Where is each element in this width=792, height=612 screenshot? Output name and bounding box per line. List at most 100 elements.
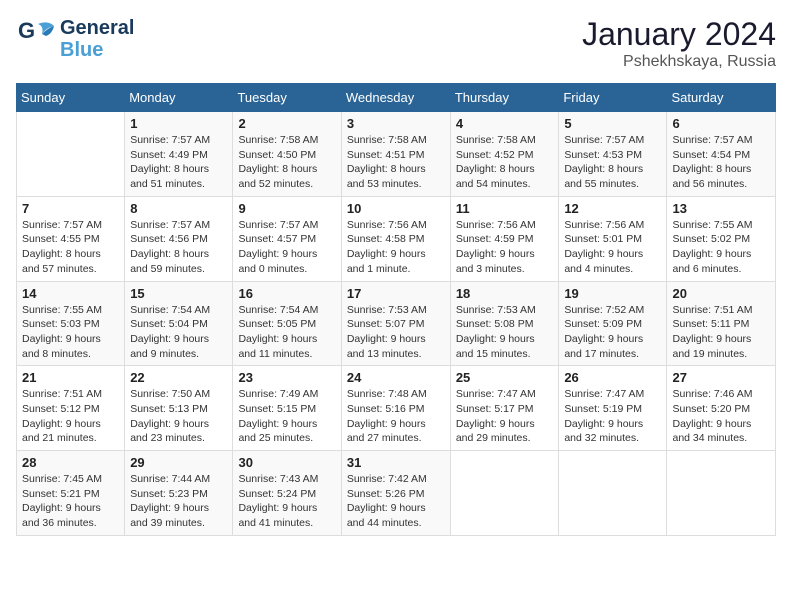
day-info: Sunrise: 7:45 AMSunset: 5:21 PMDaylight:… <box>22 472 119 531</box>
day-cell: 16 Sunrise: 7:54 AMSunset: 5:05 PMDayligh… <box>233 281 341 366</box>
day-info: Sunrise: 7:55 AMSunset: 5:02 PMDaylight:… <box>672 218 770 277</box>
day-info: Sunrise: 7:47 AMSunset: 5:17 PMDaylight:… <box>456 387 554 446</box>
day-cell: 26 Sunrise: 7:47 AMSunset: 5:19 PMDayligh… <box>559 366 667 451</box>
day-info: Sunrise: 7:56 AMSunset: 4:59 PMDaylight:… <box>456 218 554 277</box>
day-info: Sunrise: 7:48 AMSunset: 5:16 PMDaylight:… <box>347 387 445 446</box>
day-info: Sunrise: 7:43 AMSunset: 5:24 PMDaylight:… <box>238 472 335 531</box>
header-row: SundayMondayTuesdayWednesdayThursdayFrid… <box>17 84 776 112</box>
calendar-body: 1 Sunrise: 7:57 AMSunset: 4:49 PMDaylight… <box>17 112 776 536</box>
title-block: January 2024 Pshekhskaya, Russia <box>582 16 776 71</box>
day-number: 20 <box>672 286 770 301</box>
day-cell: 27Sunrise: 7:46 AMSunset: 5:20 PMDayligh… <box>667 366 776 451</box>
logo-line1: General <box>60 17 134 39</box>
calendar-header: SundayMondayTuesdayWednesdayThursdayFrid… <box>17 84 776 112</box>
day-number: 2 <box>238 116 335 131</box>
week-row-4: 21 Sunrise: 7:51 AMSunset: 5:12 PMDayligh… <box>17 366 776 451</box>
day-cell: 28 Sunrise: 7:45 AMSunset: 5:21 PMDayligh… <box>17 451 125 536</box>
day-info: Sunrise: 7:42 AMSunset: 5:26 PMDaylight:… <box>347 472 445 531</box>
day-info: Sunrise: 7:57 AMSunset: 4:53 PMDaylight:… <box>564 133 661 192</box>
day-number: 29 <box>130 455 227 470</box>
day-cell: 25 Sunrise: 7:47 AMSunset: 5:17 PMDayligh… <box>450 366 559 451</box>
day-info: Sunrise: 7:57 AMSunset: 4:57 PMDaylight:… <box>238 218 335 277</box>
day-cell: 4 Sunrise: 7:58 AMSunset: 4:52 PMDaylight… <box>450 112 559 197</box>
day-cell: 6Sunrise: 7:57 AMSunset: 4:54 PMDaylight… <box>667 112 776 197</box>
logo-line2: Blue <box>60 39 103 61</box>
day-info: Sunrise: 7:46 AMSunset: 5:20 PMDaylight:… <box>672 387 770 446</box>
day-info: Sunrise: 7:47 AMSunset: 5:19 PMDaylight:… <box>564 387 661 446</box>
day-info: Sunrise: 7:53 AMSunset: 5:08 PMDaylight:… <box>456 303 554 362</box>
day-number: 6 <box>672 116 770 131</box>
day-number: 28 <box>22 455 119 470</box>
day-cell: 31Sunrise: 7:42 AMSunset: 5:26 PMDayligh… <box>341 451 450 536</box>
day-cell: 23Sunrise: 7:49 AMSunset: 5:15 PMDayligh… <box>233 366 341 451</box>
logo: G General Blue <box>16 16 134 61</box>
day-cell: 3 Sunrise: 7:58 AMSunset: 4:51 PMDaylight… <box>341 112 450 197</box>
day-number: 11 <box>456 201 554 216</box>
day-cell <box>450 451 559 536</box>
svg-text:G: G <box>18 18 35 43</box>
day-number: 23 <box>238 370 335 385</box>
day-cell: 5 Sunrise: 7:57 AMSunset: 4:53 PMDaylight… <box>559 112 667 197</box>
day-cell: 19 Sunrise: 7:52 AMSunset: 5:09 PMDayligh… <box>559 281 667 366</box>
day-number: 24 <box>347 370 445 385</box>
day-cell: 30 Sunrise: 7:43 AMSunset: 5:24 PMDayligh… <box>233 451 341 536</box>
day-info: Sunrise: 7:56 AMSunset: 4:58 PMDaylight:… <box>347 218 445 277</box>
day-cell: 1 Sunrise: 7:57 AMSunset: 4:49 PMDaylight… <box>125 112 233 197</box>
day-info: Sunrise: 7:51 AMSunset: 5:11 PMDaylight:… <box>672 303 770 362</box>
day-cell: 22 Sunrise: 7:50 AMSunset: 5:13 PMDayligh… <box>125 366 233 451</box>
day-number: 1 <box>130 116 227 131</box>
day-number: 5 <box>564 116 661 131</box>
day-number: 13 <box>672 201 770 216</box>
day-number: 3 <box>347 116 445 131</box>
week-row-5: 28 Sunrise: 7:45 AMSunset: 5:21 PMDayligh… <box>17 451 776 536</box>
day-number: 30 <box>238 455 335 470</box>
day-info: Sunrise: 7:57 AMSunset: 4:49 PMDaylight:… <box>130 133 227 192</box>
day-number: 17 <box>347 286 445 301</box>
week-row-3: 14 Sunrise: 7:55 AMSunset: 5:03 PMDayligh… <box>17 281 776 366</box>
day-cell: 24 Sunrise: 7:48 AMSunset: 5:16 PMDayligh… <box>341 366 450 451</box>
day-info: Sunrise: 7:58 AMSunset: 4:50 PMDaylight:… <box>238 133 335 192</box>
day-info: Sunrise: 7:53 AMSunset: 5:07 PMDaylight:… <box>347 303 445 362</box>
header-cell-saturday: Saturday <box>667 84 776 112</box>
page-header: G General Blue January 2024 Pshekhskaya,… <box>16 16 776 71</box>
day-number: 9 <box>238 201 335 216</box>
day-number: 10 <box>347 201 445 216</box>
day-cell: 8Sunrise: 7:57 AMSunset: 4:56 PMDaylight… <box>125 196 233 281</box>
day-number: 26 <box>564 370 661 385</box>
day-info: Sunrise: 7:50 AMSunset: 5:13 PMDaylight:… <box>130 387 227 446</box>
day-info: Sunrise: 7:55 AMSunset: 5:03 PMDaylight:… <box>22 303 119 362</box>
day-cell: 18 Sunrise: 7:53 AMSunset: 5:08 PMDayligh… <box>450 281 559 366</box>
week-row-2: 7Sunrise: 7:57 AMSunset: 4:55 PMDaylight… <box>17 196 776 281</box>
day-number: 14 <box>22 286 119 301</box>
day-number: 4 <box>456 116 554 131</box>
day-number: 19 <box>564 286 661 301</box>
day-cell: 10 Sunrise: 7:56 AMSunset: 4:58 PMDayligh… <box>341 196 450 281</box>
day-cell: 15Sunrise: 7:54 AMSunset: 5:04 PMDayligh… <box>125 281 233 366</box>
week-row-1: 1 Sunrise: 7:57 AMSunset: 4:49 PMDaylight… <box>17 112 776 197</box>
day-number: 15 <box>130 286 227 301</box>
day-cell: 17 Sunrise: 7:53 AMSunset: 5:07 PMDayligh… <box>341 281 450 366</box>
day-info: Sunrise: 7:51 AMSunset: 5:12 PMDaylight:… <box>22 387 119 446</box>
day-info: Sunrise: 7:54 AMSunset: 5:05 PMDaylight:… <box>238 303 335 362</box>
day-info: Sunrise: 7:57 AMSunset: 4:55 PMDaylight:… <box>22 218 119 277</box>
day-cell: 11 Sunrise: 7:56 AMSunset: 4:59 PMDayligh… <box>450 196 559 281</box>
day-cell: 21 Sunrise: 7:51 AMSunset: 5:12 PMDayligh… <box>17 366 125 451</box>
day-number: 12 <box>564 201 661 216</box>
logo-icon: G <box>16 16 56 61</box>
day-cell: 12Sunrise: 7:56 AMSunset: 5:01 PMDayligh… <box>559 196 667 281</box>
day-info: Sunrise: 7:58 AMSunset: 4:51 PMDaylight:… <box>347 133 445 192</box>
day-number: 18 <box>456 286 554 301</box>
day-info: Sunrise: 7:58 AMSunset: 4:52 PMDaylight:… <box>456 133 554 192</box>
day-cell: 7Sunrise: 7:57 AMSunset: 4:55 PMDaylight… <box>17 196 125 281</box>
day-info: Sunrise: 7:44 AMSunset: 5:23 PMDaylight:… <box>130 472 227 531</box>
day-cell: 14 Sunrise: 7:55 AMSunset: 5:03 PMDayligh… <box>17 281 125 366</box>
logo-text-block: General Blue <box>60 17 134 61</box>
header-cell-friday: Friday <box>559 84 667 112</box>
day-number: 22 <box>130 370 227 385</box>
header-cell-tuesday: Tuesday <box>233 84 341 112</box>
day-number: 21 <box>22 370 119 385</box>
day-number: 16 <box>238 286 335 301</box>
day-cell: 20 Sunrise: 7:51 AMSunset: 5:11 PMDayligh… <box>667 281 776 366</box>
day-number: 25 <box>456 370 554 385</box>
day-info: Sunrise: 7:52 AMSunset: 5:09 PMDaylight:… <box>564 303 661 362</box>
